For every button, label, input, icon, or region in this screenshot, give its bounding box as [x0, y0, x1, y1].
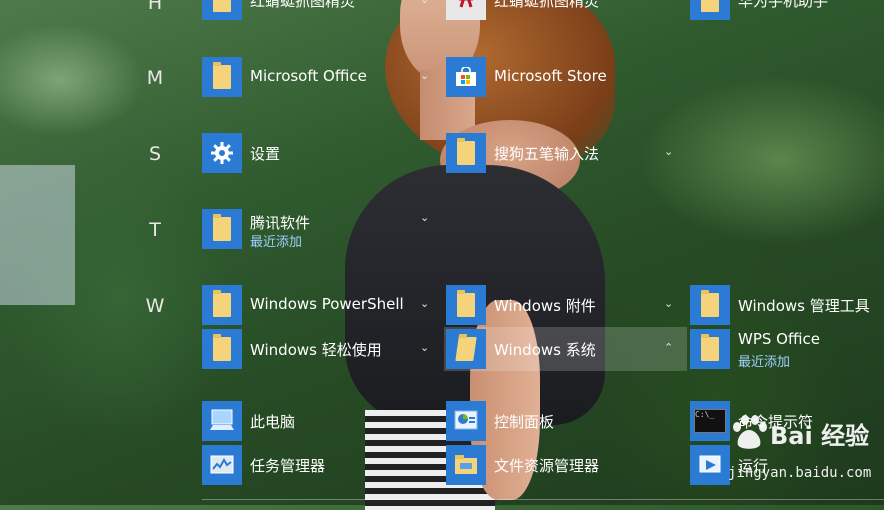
app-label: 华为手机助手: [738, 0, 829, 10]
folder-icon: [446, 285, 486, 325]
run-icon: [690, 445, 730, 485]
app-label: 此电脑: [250, 413, 296, 431]
app-label: 搜狗五笔输入法: [494, 145, 600, 163]
app-sogou-wubi[interactable]: 搜狗五笔输入法 ⌄: [444, 133, 679, 173]
baidu-jingyan-watermark: Bai 经验 jingyan.baidu.com: [728, 413, 878, 493]
app-label: Microsoft Store: [494, 67, 607, 85]
folder-icon: [202, 0, 242, 20]
recently-added-label: 最近添加: [738, 355, 791, 370]
app-label: 红蜻蜓抓图精灵: [494, 0, 600, 10]
app-windows-admin-tools[interactable]: Windows 管理工具: [688, 285, 884, 325]
app-label: 任务管理器: [250, 457, 326, 475]
baidu-paw-logo: [733, 415, 767, 449]
app-settings[interactable]: 设置: [200, 133, 435, 173]
hongqing-app-icon: [446, 0, 486, 20]
folder-icon: [202, 57, 242, 97]
letter-h[interactable]: H: [140, 0, 170, 14]
folder-icon: [202, 209, 242, 249]
app-wps-office[interactable]: WPS Office 最近添加: [688, 329, 884, 370]
chevron-down-icon: ⌄: [420, 211, 430, 224]
folder-icon: [446, 133, 486, 173]
letter-t[interactable]: T: [140, 219, 170, 241]
app-label: 文件资源管理器: [494, 457, 600, 475]
app-tencent[interactable]: 腾讯软件 最近添加 ⌄: [200, 209, 435, 250]
folder-icon: [202, 285, 242, 325]
app-label: Windows 系统: [494, 341, 596, 359]
app-task-manager[interactable]: 任务管理器: [200, 445, 435, 485]
letter-s[interactable]: S: [140, 143, 170, 165]
file-explorer-icon: [446, 445, 486, 485]
app-label: 红蜻蜓抓图精灵: [250, 0, 356, 10]
app-label: 腾讯软件: [250, 214, 311, 232]
letter-w[interactable]: W: [140, 295, 170, 317]
computer-icon: [202, 401, 242, 441]
chevron-down-icon: ⌄: [420, 341, 430, 354]
app-this-pc[interactable]: 此电脑: [200, 401, 435, 441]
chevron-down-icon: ⌄: [664, 145, 674, 158]
app-label: Windows PowerShell: [250, 295, 404, 313]
chevron-up-icon: ⌃: [664, 341, 674, 354]
chevron-down-icon: ⌄: [420, 0, 429, 6]
control-panel-icon: [446, 401, 486, 441]
store-icon: [446, 57, 486, 97]
command-prompt-icon: C:\_: [690, 401, 730, 441]
watermark-brand: Bai 经验: [770, 422, 870, 450]
folder-icon: [690, 0, 730, 20]
app-label: WPS Office: [738, 330, 820, 348]
folder-open-icon: [446, 329, 486, 369]
app-huawei[interactable]: 华为手机助手: [688, 0, 884, 20]
app-label: 控制面板: [494, 413, 555, 431]
recently-added-label: 最近添加: [250, 235, 303, 250]
app-label: Windows 管理工具: [738, 297, 870, 315]
app-windows-system[interactable]: Windows 系统 ⌃: [444, 327, 687, 371]
app-hongqing[interactable]: 红蜻蜓抓图精灵: [444, 0, 679, 20]
bottom-divider: [202, 499, 884, 500]
app-label: 设置: [250, 145, 281, 163]
task-manager-icon: [202, 445, 242, 485]
app-hongqing-folder[interactable]: 红蜻蜓抓图精灵 ⌄: [200, 0, 435, 20]
letter-m[interactable]: M: [140, 67, 170, 89]
folder-icon: [202, 329, 242, 369]
chevron-down-icon: ⌄: [664, 297, 674, 310]
app-windows-powershell[interactable]: Windows PowerShell ⌄: [200, 285, 435, 325]
app-windows-accessories[interactable]: Windows 附件 ⌄: [444, 285, 679, 325]
folder-icon: [690, 329, 730, 369]
chevron-down-icon: ⌄: [420, 69, 430, 82]
app-file-explorer[interactable]: 文件资源管理器: [444, 445, 679, 485]
watermark-url: jingyan.baidu.com: [728, 465, 872, 481]
folder-icon: [690, 285, 730, 325]
app-windows-ease-of-access[interactable]: Windows 轻松使用 ⌄: [200, 329, 435, 369]
app-label: Microsoft Office: [250, 67, 367, 85]
app-label: Windows 附件: [494, 297, 596, 315]
app-label: Windows 轻松使用: [250, 341, 382, 359]
app-microsoft-office[interactable]: Microsoft Office ⌄: [200, 57, 435, 97]
app-control-panel[interactable]: 控制面板: [444, 401, 679, 441]
app-microsoft-store[interactable]: Microsoft Store: [444, 57, 679, 97]
chevron-down-icon: ⌄: [420, 297, 430, 310]
gear-icon: [202, 133, 242, 173]
